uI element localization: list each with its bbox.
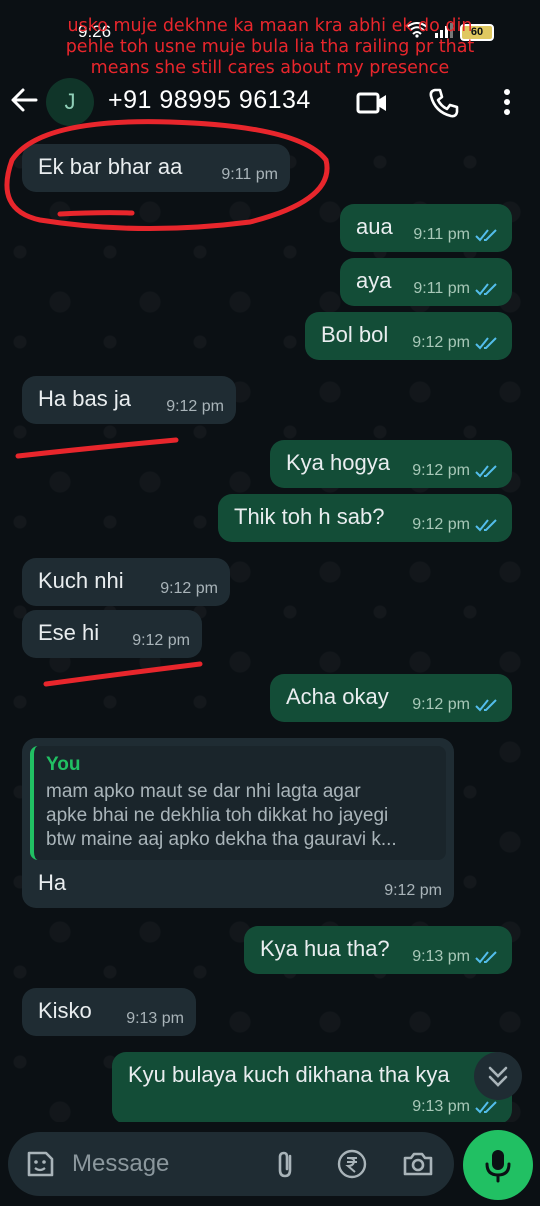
message-input[interactable]: Message	[72, 1150, 169, 1178]
message-outgoing[interactable]: Kya hogya 9:12 pm	[270, 440, 512, 488]
message-outgoing[interactable]: Acha okay 9:12 pm	[270, 674, 512, 722]
video-call-icon[interactable]	[355, 86, 389, 120]
double-check-icon	[474, 281, 500, 297]
message-outgoing[interactable]: aua 9:11 pm	[340, 204, 512, 252]
message-text: Kya hua tha?	[260, 936, 390, 961]
annotation-line: usko muje dekhne ka maan kra abhi ek do …	[67, 16, 473, 36]
double-check-icon	[474, 335, 500, 351]
quoted-message[interactable]: You mam apko maut se dar nhi lagta agar …	[30, 746, 446, 860]
message-text: Kisko	[38, 998, 92, 1023]
message-incoming[interactable]: Ese hi 9:12 pm	[22, 610, 202, 658]
message-time: 9:11 pm	[413, 280, 500, 298]
message-text: Kuch nhi	[38, 568, 124, 593]
annotation-line: pehle toh usne muje bula lia tha railing…	[65, 37, 475, 57]
message-time: 9:12 pm	[412, 516, 500, 534]
rupee-icon[interactable]	[336, 1148, 368, 1180]
message-outgoing[interactable]: Kya hua tha? 9:13 pm	[244, 926, 512, 974]
mic-button[interactable]	[463, 1130, 533, 1200]
paperclip-icon[interactable]	[270, 1148, 302, 1180]
double-check-icon	[474, 227, 500, 243]
message-composer[interactable]: Message	[8, 1132, 454, 1196]
message-time: 9:12 pm	[166, 398, 224, 415]
message-incoming-reply[interactable]: You mam apko maut se dar nhi lagta agar …	[22, 738, 454, 908]
message-outgoing[interactable]: Kyu bulaya kuch dikhana tha kya 9:13 pm	[112, 1052, 512, 1122]
arrow-left-icon[interactable]	[8, 84, 40, 116]
avatar[interactable]: J	[46, 78, 94, 126]
message-text: Bol bol	[321, 322, 389, 347]
message-incoming[interactable]: Ha bas ja 9:12 pm	[22, 376, 236, 424]
message-time: 9:12 pm	[412, 334, 500, 352]
message-outgoing[interactable]: Thik toh h sab? 9:12 pm	[218, 494, 512, 542]
quote-text: mam apko maut se dar nhi lagta agar apke…	[46, 781, 397, 850]
message-time: 9:12 pm	[412, 696, 500, 714]
message-incoming[interactable]: Ek bar bhar aa 9:11 pm	[22, 144, 290, 192]
double-check-icon	[474, 517, 500, 533]
message-time: 9:12 pm	[132, 632, 190, 649]
message-text: aua	[356, 214, 393, 239]
message-text: Ese hi	[38, 620, 100, 645]
message-incoming[interactable]: Kuch nhi 9:12 pm	[22, 558, 230, 606]
message-time: 9:13 pm	[412, 948, 500, 966]
scroll-down-button[interactable]	[474, 1052, 522, 1100]
annotation-line: means she still cares about my presence	[90, 58, 450, 78]
handwritten-annotation: usko muje dekhne ka maan kra abhi ek do …	[0, 16, 540, 79]
message-text: Ha	[38, 870, 67, 895]
double-check-icon	[474, 697, 500, 713]
message-text: Thik toh h sab?	[234, 504, 385, 529]
app-header: 9:26 60 usko muje dekhne ka maan kra abh…	[0, 0, 540, 142]
message-text: Ha bas ja	[38, 386, 131, 411]
message-text: Kya hogya	[286, 450, 390, 475]
message-time: 9:11 pm	[413, 226, 500, 244]
contact-name[interactable]: +91 98995 96134	[108, 86, 311, 115]
double-check-icon	[474, 463, 500, 479]
message-time: 9:11 pm	[221, 166, 278, 183]
message-text: Kyu bulaya kuch dikhana tha kya	[128, 1062, 450, 1087]
more-vert-icon[interactable]	[490, 86, 524, 120]
message-time: 9:13 pm	[126, 1010, 184, 1027]
double-check-icon	[474, 949, 500, 965]
message-text: Ek bar bhar aa	[38, 154, 183, 179]
message-incoming[interactable]: Kisko 9:13 pm	[22, 988, 196, 1036]
chat-area[interactable]: Ek bar bhar aa 9:11 pm aua 9:11 pm aya 9…	[0, 142, 540, 1122]
phone-icon[interactable]	[427, 86, 461, 120]
message-outgoing[interactable]: aya 9:11 pm	[340, 258, 512, 306]
message-time: 9:12 pm	[384, 882, 442, 899]
sticker-icon[interactable]	[24, 1148, 56, 1180]
message-time: 9:12 pm	[412, 462, 500, 480]
message-text: Acha okay	[286, 684, 389, 709]
mic-icon	[463, 1150, 533, 1204]
message-outgoing[interactable]: Bol bol 9:12 pm	[305, 312, 512, 360]
message-text: aya	[356, 268, 392, 293]
camera-icon[interactable]	[402, 1148, 434, 1180]
message-time: 9:12 pm	[160, 580, 218, 597]
chevron-double-down-icon	[474, 1066, 522, 1104]
quote-author: You	[46, 754, 81, 775]
